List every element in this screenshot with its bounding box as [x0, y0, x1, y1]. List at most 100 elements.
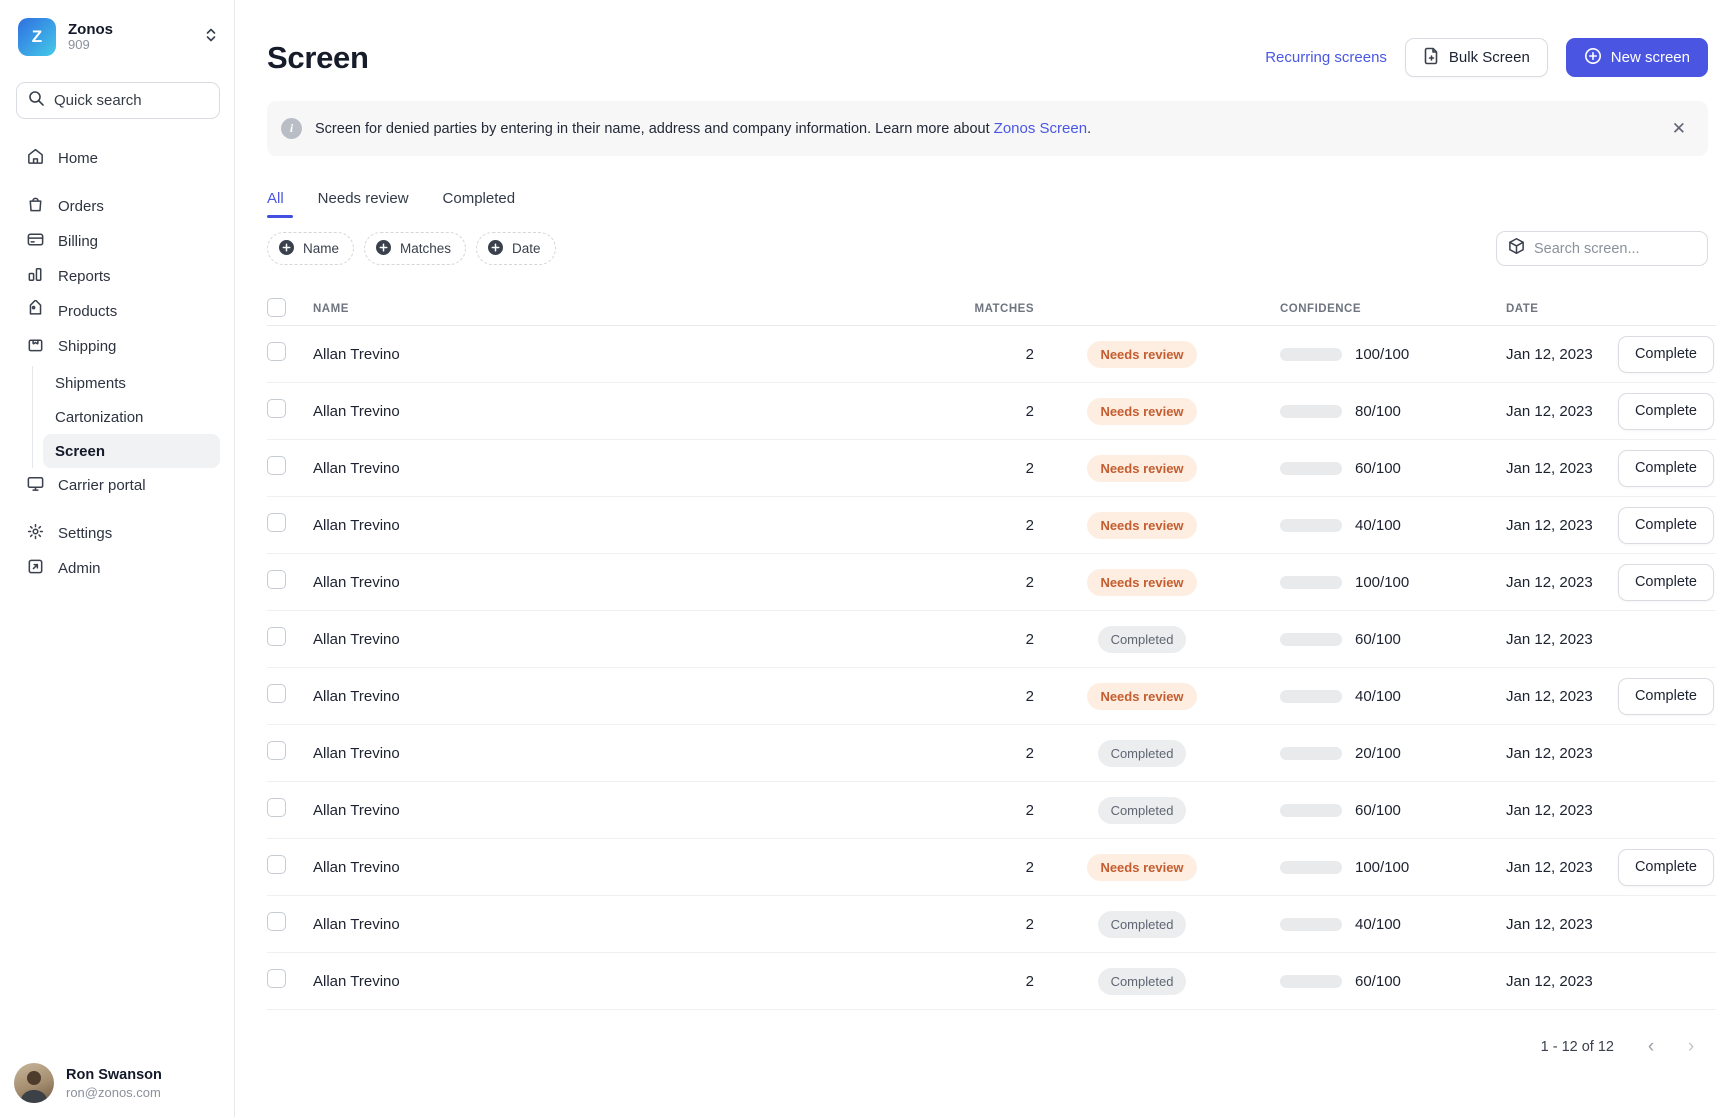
- pagination: 1 - 12 of 12 ‹ ›: [267, 1030, 1716, 1064]
- search-icon: [28, 90, 45, 112]
- filter-name[interactable]: Name: [267, 232, 354, 265]
- plus-circle-icon: [278, 239, 295, 259]
- filter-matches[interactable]: Matches: [364, 232, 466, 265]
- table-row[interactable]: Allan Trevino 2 Completed 60/100 Jan 12,…: [267, 782, 1716, 839]
- row-checkbox[interactable]: [267, 798, 286, 817]
- app-root: Z Zonos 909 Quick search Home: [0, 0, 1728, 1117]
- bulk-screen-button[interactable]: Bulk Screen: [1405, 38, 1548, 77]
- row-confidence: 40/100: [1224, 517, 1454, 534]
- row-checkbox[interactable]: [267, 684, 286, 703]
- table-row[interactable]: Allan Trevino 2 Needs review 40/100 Jan …: [267, 668, 1716, 725]
- quick-search-input[interactable]: Quick search: [16, 82, 220, 119]
- sidebar-item-label: Home: [58, 150, 98, 167]
- row-checkbox[interactable]: [267, 342, 286, 361]
- row-checkbox[interactable]: [267, 912, 286, 931]
- table-row[interactable]: Allan Trevino 2 Needs review 100/100 Jan…: [267, 326, 1716, 383]
- column-header-date: DATE: [1454, 303, 1604, 315]
- table-row[interactable]: Allan Trevino 2 Completed 60/100 Jan 12,…: [267, 611, 1716, 668]
- table-row[interactable]: Allan Trevino 2 Completed 40/100 Jan 12,…: [267, 896, 1716, 953]
- column-header-confidence: CONFIDENCE: [1224, 303, 1454, 315]
- complete-button[interactable]: Complete: [1618, 678, 1714, 715]
- confidence-bar: [1280, 861, 1342, 874]
- sidebar-item-screen[interactable]: Screen: [43, 434, 220, 468]
- row-name: Allan Trevino: [313, 574, 914, 591]
- row-checkbox[interactable]: [267, 513, 286, 532]
- table-row[interactable]: Allan Trevino 2 Completed 60/100 Jan 12,…: [267, 953, 1716, 1010]
- workspace-switcher[interactable]: Z Zonos 909: [16, 16, 220, 56]
- row-checkbox[interactable]: [267, 627, 286, 646]
- sidebar-item-products[interactable]: Products: [16, 294, 220, 329]
- chevron-updown-icon: [204, 27, 218, 48]
- sidebar-item-label: Admin: [58, 560, 101, 577]
- sidebar-item-admin[interactable]: Admin: [16, 551, 220, 586]
- confidence-bar: [1280, 405, 1342, 418]
- sidebar-item-home[interactable]: Home: [16, 141, 220, 176]
- row-date: Jan 12, 2023: [1454, 346, 1604, 363]
- row-date: Jan 12, 2023: [1454, 631, 1604, 648]
- table-row[interactable]: Allan Trevino 2 Needs review 80/100 Jan …: [267, 383, 1716, 440]
- recurring-screens-link[interactable]: Recurring screens: [1265, 49, 1387, 66]
- next-page-button[interactable]: ›: [1674, 1030, 1708, 1064]
- row-checkbox[interactable]: [267, 855, 286, 874]
- tab-bar: All Needs review Completed: [267, 190, 1716, 218]
- sidebar-item-label: Shipping: [58, 338, 116, 355]
- status-badge: Needs review: [1087, 398, 1196, 425]
- complete-button[interactable]: Complete: [1618, 393, 1714, 430]
- table-row[interactable]: Allan Trevino 2 Completed 20/100 Jan 12,…: [267, 725, 1716, 782]
- sidebar: Z Zonos 909 Quick search Home: [0, 0, 235, 1117]
- sidebar-item-label: Screen: [55, 443, 105, 460]
- sidebar-item-label: Reports: [58, 268, 111, 285]
- row-date: Jan 12, 2023: [1454, 745, 1604, 762]
- complete-button[interactable]: Complete: [1618, 336, 1714, 373]
- complete-button[interactable]: Complete: [1618, 849, 1714, 886]
- info-banner: i Screen for denied parties by entering …: [267, 101, 1708, 156]
- select-all-checkbox[interactable]: [267, 298, 286, 317]
- row-name: Allan Trevino: [313, 460, 914, 477]
- row-date: Jan 12, 2023: [1454, 688, 1604, 705]
- zonos-screen-link[interactable]: Zonos Screen: [994, 120, 1087, 137]
- complete-button[interactable]: Complete: [1618, 564, 1714, 601]
- prev-page-button[interactable]: ‹: [1634, 1030, 1668, 1064]
- tab-completed[interactable]: Completed: [443, 190, 516, 218]
- complete-button[interactable]: Complete: [1618, 450, 1714, 487]
- sidebar-item-carrier-portal[interactable]: Carrier portal: [16, 468, 220, 503]
- table-row[interactable]: Allan Trevino 2 Needs review 60/100 Jan …: [267, 440, 1716, 497]
- user-email: ron@zonos.com: [66, 1085, 162, 1100]
- table-row[interactable]: Allan Trevino 2 Needs review 100/100 Jan…: [267, 554, 1716, 611]
- row-matches: 2: [914, 346, 1034, 363]
- row-name: Allan Trevino: [313, 859, 914, 876]
- row-matches: 2: [914, 403, 1034, 420]
- sidebar-item-shipments[interactable]: Shipments: [43, 366, 220, 400]
- status-badge: Completed: [1098, 968, 1187, 995]
- row-checkbox[interactable]: [267, 456, 286, 475]
- sidebar-item-cartonization[interactable]: Cartonization: [43, 400, 220, 434]
- banner-text-before: Screen for denied parties by entering in…: [315, 121, 994, 137]
- user-menu[interactable]: Ron Swanson ron@zonos.com: [14, 1063, 162, 1103]
- confidence-value: 100/100: [1355, 574, 1409, 591]
- sidebar-item-billing[interactable]: Billing: [16, 224, 220, 259]
- table-header: NAME MATCHES CONFIDENCE DATE: [267, 292, 1716, 326]
- confidence-bar: [1280, 747, 1342, 760]
- avatar: [14, 1063, 54, 1103]
- table-search-placeholder: Search screen...: [1534, 241, 1640, 257]
- confidence-value: 60/100: [1355, 631, 1401, 648]
- table-row[interactable]: Allan Trevino 2 Needs review 40/100 Jan …: [267, 497, 1716, 554]
- complete-button[interactable]: Complete: [1618, 507, 1714, 544]
- sidebar-item-settings[interactable]: Settings: [16, 516, 220, 551]
- sidebar-item-shipping[interactable]: Shipping: [16, 329, 220, 364]
- filter-date[interactable]: Date: [476, 232, 556, 265]
- bulk-screen-label: Bulk Screen: [1449, 49, 1530, 66]
- tab-all[interactable]: All: [267, 190, 284, 218]
- sidebar-item-orders[interactable]: Orders: [16, 189, 220, 224]
- close-icon[interactable]: ✕: [1666, 116, 1692, 141]
- sidebar-item-reports[interactable]: Reports: [16, 259, 220, 294]
- row-checkbox[interactable]: [267, 399, 286, 418]
- tab-needs-review[interactable]: Needs review: [318, 190, 409, 218]
- row-checkbox[interactable]: [267, 741, 286, 760]
- row-checkbox[interactable]: [267, 570, 286, 589]
- row-checkbox[interactable]: [267, 969, 286, 988]
- table-row[interactable]: Allan Trevino 2 Needs review 100/100 Jan…: [267, 839, 1716, 896]
- status-badge: Completed: [1098, 797, 1187, 824]
- table-search-input[interactable]: Search screen...: [1496, 231, 1708, 266]
- new-screen-button[interactable]: New screen: [1566, 38, 1708, 77]
